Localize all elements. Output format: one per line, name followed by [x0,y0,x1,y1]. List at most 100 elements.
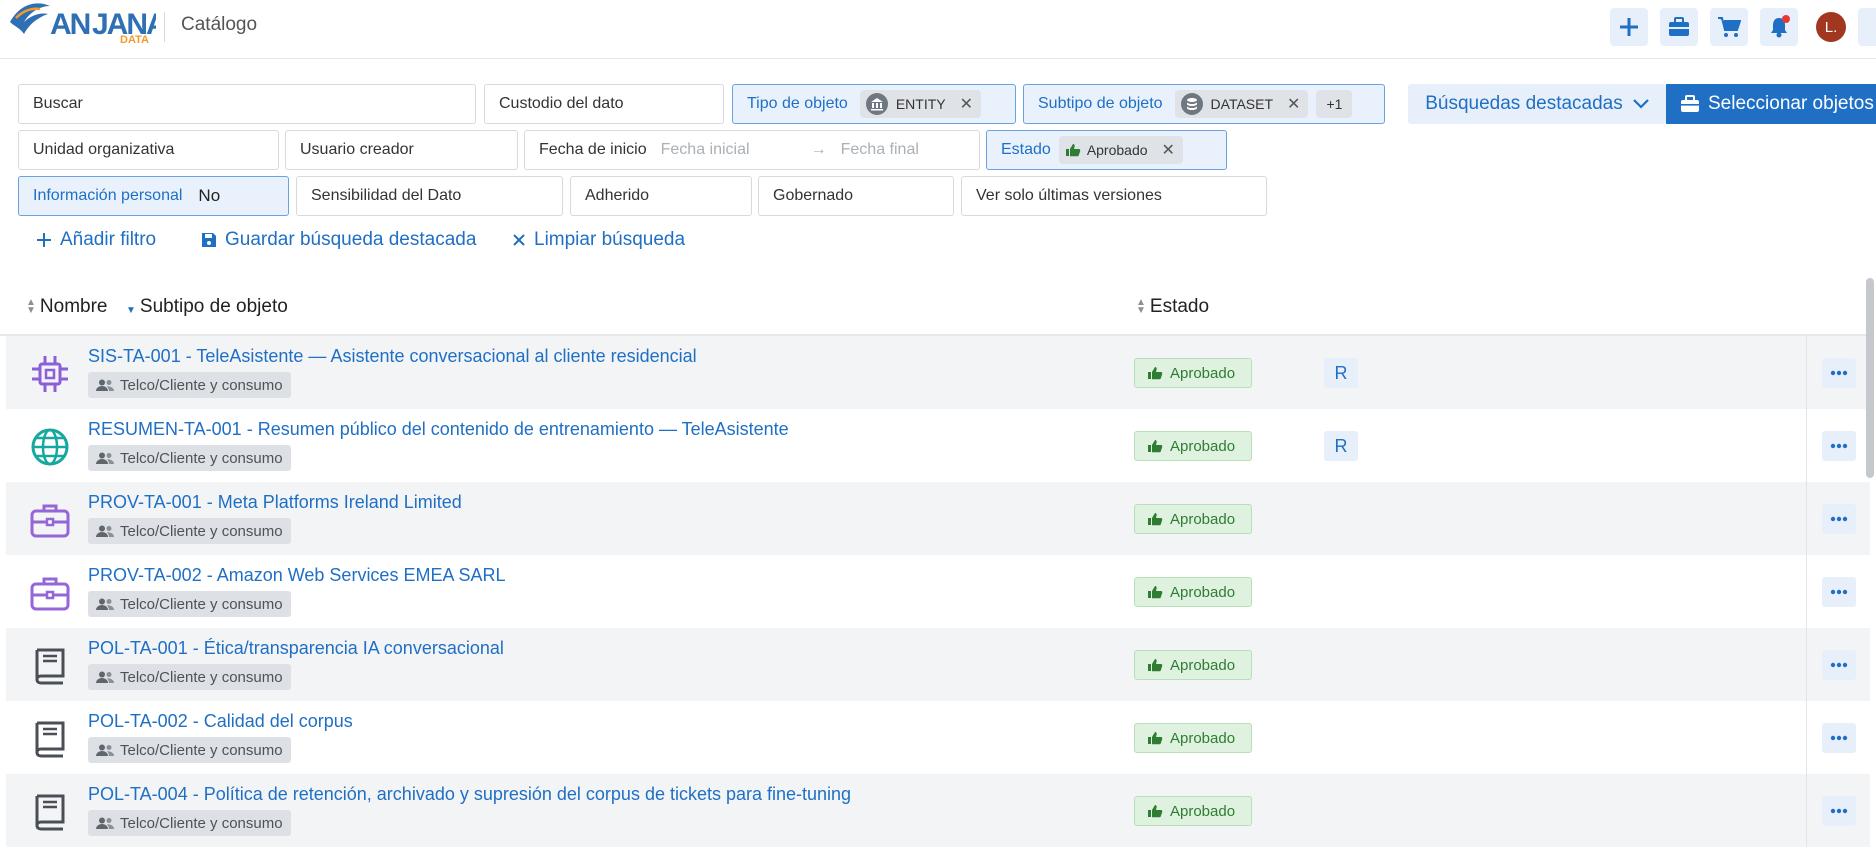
object-name-link[interactable]: POL-TA-004 - Política de retención, arch… [88,784,851,805]
scrollbar[interactable] [1866,278,1874,478]
object-name-link[interactable]: PROV-TA-002 - Amazon Web Services EMEA S… [88,565,506,586]
row-actions-button[interactable] [1822,504,1856,534]
latest-versions-label: Ver solo últimas versiones [976,187,1162,204]
logo-sub: DATA [120,34,149,46]
select-objects-button[interactable]: Seleccionar objetos [1666,84,1876,124]
more-menu-button[interactable] [1858,8,1876,46]
avatar[interactable]: L. [1816,12,1846,42]
svg-text:AN: AN [50,8,90,41]
clear-search-link[interactable]: Limpiar búsqueda [512,229,685,251]
users-icon [96,379,114,391]
org-unit-label: Unidad organizativa [33,141,175,158]
column-divider [1806,701,1807,774]
save-search-label: Guardar búsqueda destacada [225,229,477,250]
book-icon [28,644,72,688]
database-icon [1180,93,1203,115]
workspace-button[interactable] [1660,8,1698,46]
thumbs-up-icon [1148,659,1163,672]
object-name-link[interactable]: RESUMEN-TA-001 - Resumen público del con… [88,419,789,440]
column-subtype[interactable]: ▼ Subtipo de objeto [126,296,288,318]
thumbs-up-icon [1148,732,1163,745]
org-unit-filter[interactable]: Unidad organizativa [18,130,279,170]
object-name-link[interactable]: POL-TA-002 - Calidad del corpus [88,711,353,732]
status-badge: Aprobado [1134,796,1252,826]
row-actions-button[interactable] [1822,577,1856,607]
column-name[interactable]: ▲ ▼ Nombre [26,296,107,318]
object-subtype-filter[interactable]: Subtipo de objeto DATASET ✕ +1 [1023,84,1385,124]
column-divider [1806,409,1807,482]
object-type-label: Tipo de objeto [747,95,848,112]
column-status[interactable]: ▲ ▼ Estado [1136,296,1209,318]
book-icon [28,790,72,834]
r-badge[interactable]: R [1324,358,1358,388]
table-row[interactable]: POL-TA-004 - Política de retención, arch… [6,774,1870,847]
column-divider [1806,774,1807,847]
status-label: Aprobado [1170,729,1236,747]
row-actions-button[interactable] [1822,358,1856,388]
remove-object-subtype-icon[interactable]: ✕ [1287,94,1300,114]
table-row[interactable]: RESUMEN-TA-001 - Resumen público del con… [6,409,1870,482]
page-title: Catálogo [181,14,258,35]
object-subtype-more-chip[interactable]: +1 [1316,90,1353,118]
start-date-to-input[interactable]: Fecha final [841,141,919,159]
status-label: Aprobado [1170,437,1236,455]
domain-tag: Telco/Cliente y consumo [88,664,291,690]
column-divider [1806,628,1807,701]
row-actions-button[interactable] [1822,723,1856,753]
column-divider [1806,482,1807,555]
building-icon [865,93,888,115]
search-label: Buscar [33,95,83,112]
creator-label: Usuario creador [300,141,414,158]
status-filter[interactable]: Estado Aprobado ✕ [986,130,1227,170]
notifications-button[interactable] [1760,8,1798,46]
briefcase-icon [1669,17,1689,36]
status-badge: Aprobado [1134,650,1252,680]
ellipsis-icon [1830,516,1848,522]
start-date-from-input[interactable]: Fecha inicial [661,141,809,159]
table-row[interactable]: POL-TA-001 - Ética/transparencia IA conv… [6,628,1870,701]
thumbs-up-icon [1148,513,1163,526]
anjana-logo[interactable]: AN JANA DATA [6,0,169,52]
search-field[interactable]: Buscar [18,84,476,124]
object-name-link[interactable]: PROV-TA-001 - Meta Platforms Ireland Lim… [88,492,462,513]
users-icon [96,671,114,683]
r-badge[interactable]: R [1324,431,1358,461]
table-row[interactable]: PROV-TA-002 - Amazon Web Services EMEA S… [6,555,1870,628]
column-divider [1806,336,1807,409]
object-type-filter[interactable]: Tipo de objeto ENTITY ✕ [732,84,1016,124]
status-badge: Aprobado [1134,577,1252,607]
ellipsis-icon [1830,662,1848,668]
remove-status-icon[interactable]: ✕ [1162,140,1175,160]
custodian-filter[interactable]: Custodio del dato [484,84,724,124]
ellipsis-icon [1830,808,1848,814]
table-row[interactable]: POL-TA-002 - Calidad del corpus Telco/Cli… [6,701,1870,774]
table-row[interactable]: PROV-TA-001 - Meta Platforms Ireland Lim… [6,482,1870,555]
personal-info-filter[interactable]: Información personal No [18,176,289,216]
domain-label: Telco/Cliente y consumo [120,741,283,759]
remove-object-type-icon[interactable]: ✕ [960,94,973,114]
column-divider [1806,555,1807,628]
app-header: AN JANA DATA Catálogo L. [0,0,1876,59]
row-actions-button[interactable] [1822,431,1856,461]
row-actions-button[interactable] [1822,796,1856,826]
add-button[interactable] [1610,8,1648,46]
save-search-link[interactable]: Guardar búsqueda destacada [201,229,476,251]
start-date-filter[interactable]: Fecha de inicio Fecha inicial → Fecha fi… [524,130,980,170]
sort-icon: ▲ ▼ [26,297,36,316]
object-name-link[interactable]: POL-TA-001 - Ética/transparencia IA conv… [88,638,504,659]
governed-filter[interactable]: Gobernado [758,176,954,216]
domain-tag: Telco/Cliente y consumo [88,445,291,471]
object-name-link[interactable]: SIS-TA-001 - TeleAsistente — Asistente c… [88,346,697,367]
featured-searches-button[interactable]: Búsquedas destacadas [1408,84,1666,124]
personal-info-value: No [198,186,221,205]
table-row[interactable]: SIS-TA-001 - TeleAsistente — Asistente c… [6,336,1870,409]
row-actions-button[interactable] [1822,650,1856,680]
adhered-filter[interactable]: Adherido [570,176,752,216]
latest-versions-filter[interactable]: Ver solo últimas versiones [961,176,1267,216]
cart-button[interactable] [1710,8,1748,46]
add-filter-link[interactable]: Añadir filtro [36,229,156,251]
creator-filter[interactable]: Usuario creador [285,130,518,170]
thumbs-up-icon [1148,367,1163,380]
sensitivity-filter[interactable]: Sensibilidad del Dato [296,176,563,216]
sort-desc-icon: ▼ [126,305,136,316]
